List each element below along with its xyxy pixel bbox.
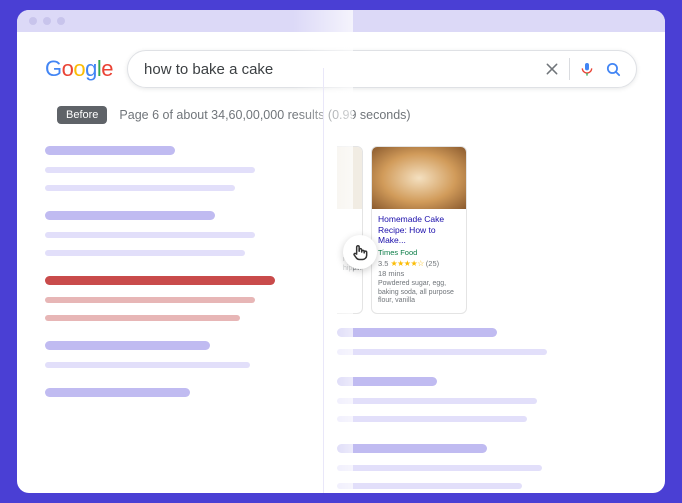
search-input[interactable] [144,61,539,78]
result-line-placeholder [337,483,522,489]
window-control-dot[interactable] [29,17,37,25]
cursor-pointer-icon [350,242,370,262]
result-line-placeholder [337,349,547,355]
star-icon: ★★★★☆ [390,259,423,268]
recipe-thumb [337,147,362,209]
window-control-dot[interactable] [43,17,51,25]
result-title-placeholder [337,377,437,386]
page-content: Google Before Page 6 of about 34,60,00,0… [17,32,665,124]
search-bar [127,50,637,88]
search-divider [569,58,570,80]
recipe-carousel[interactable]: ne hipping Homemade Cake Recipe: How to … [337,146,625,314]
results-meta: Before Page 6 of about 34,60,00,000 resu… [45,106,637,124]
result-title-placeholder [337,328,497,337]
window-titlebar [17,10,665,32]
before-badge: Before [57,106,107,124]
recipe-card[interactable]: ne hipping [337,146,363,314]
result-line-placeholder [337,465,542,471]
google-logo[interactable]: Google [45,56,113,82]
browser-window: Google Before Page 6 of about 34,60,00,0… [17,10,665,493]
result-stats: Page 6 of about 34,60,00,000 results (0.… [119,108,410,122]
clear-icon[interactable] [539,56,565,82]
window-control-dot[interactable] [57,17,65,25]
recipe-desc: Powdered sugar, egg, baking soda, all pu… [378,280,460,306]
search-icon[interactable] [600,56,626,82]
recipe-rating: 3.5 ★★★★☆ (25) [378,259,460,268]
mic-icon[interactable] [574,56,600,82]
after-view: ne hipping Homemade Cake Recipe: How to … [45,130,637,493]
result-line-placeholder [337,398,537,404]
recipe-source: Times Food [378,248,460,257]
result-line-placeholder [337,416,527,422]
recipe-title: Homemade Cake Recipe: How to Make... [378,214,460,246]
result-title-placeholder [337,444,487,453]
comparison-handle[interactable] [343,235,377,269]
recipe-thumb [372,147,466,209]
recipe-card[interactable]: Homemade Cake Recipe: How to Make... Tim… [371,146,467,314]
recipe-time: 18 mins [378,269,460,278]
header-row: Google [45,50,637,88]
